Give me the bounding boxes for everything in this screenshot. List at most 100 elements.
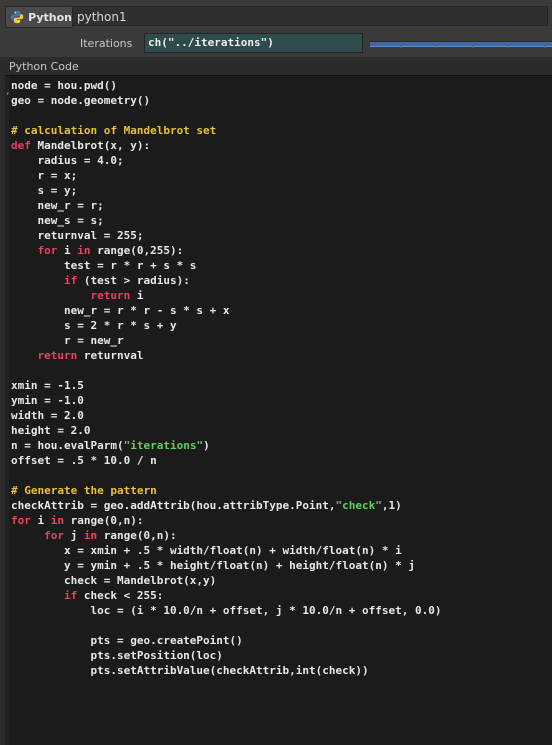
code-line[interactable]: s = y; bbox=[11, 183, 441, 198]
code-line[interactable]: for i in range(0,n): bbox=[11, 513, 441, 528]
code-line[interactable]: return returnval bbox=[11, 348, 441, 363]
code-token: pts = geo.createPoint() bbox=[11, 634, 243, 647]
code-line[interactable]: new_r = r; bbox=[11, 198, 441, 213]
code-token: r = new_r bbox=[11, 334, 124, 347]
code-line[interactable]: r = x; bbox=[11, 168, 441, 183]
code-line[interactable]: new_r = r * r - s * s + x bbox=[11, 303, 441, 318]
python-code-label: Python Code bbox=[9, 60, 79, 73]
code-line[interactable]: returnval = 255; bbox=[11, 228, 441, 243]
code-line[interactable]: width = 2.0 bbox=[11, 408, 441, 423]
code-line[interactable]: radius = 4.0; bbox=[11, 153, 441, 168]
code-token: new_r = r * r - s * s + x bbox=[11, 304, 230, 317]
code-keyword: if bbox=[63, 589, 78, 602]
code-line[interactable] bbox=[11, 618, 441, 633]
code-line[interactable]: x = xmin + .5 * width/float(n) + width/f… bbox=[11, 543, 441, 558]
iterations-expression-field[interactable]: ch("../iterations") bbox=[144, 33, 363, 53]
slider-tick bbox=[472, 45, 473, 48]
code-line[interactable]: loc = (i * 10.0/n + offset, j * 10.0/n +… bbox=[11, 603, 441, 618]
editor-gutter bbox=[5, 76, 9, 745]
code-token: check = Mandelbrot(x,y) bbox=[11, 574, 217, 587]
code-keyword: return bbox=[37, 349, 78, 362]
code-comment: # calculation of Mandelbrot set bbox=[11, 124, 217, 137]
code-line[interactable]: ymin = -1.0 bbox=[11, 393, 441, 408]
code-line[interactable]: test = r * r + s * s bbox=[11, 258, 441, 273]
code-token: new_s = s; bbox=[11, 214, 104, 227]
code-line[interactable]: for j in range(0,n): bbox=[11, 528, 441, 543]
panel-edge bbox=[0, 0, 4, 56]
code-token: returnval = 255; bbox=[11, 229, 144, 242]
code-token: j bbox=[64, 529, 84, 542]
code-line[interactable]: if check < 255: bbox=[11, 588, 441, 603]
code-token: i bbox=[30, 514, 51, 527]
code-token: s = y; bbox=[11, 184, 78, 197]
code-text[interactable]: node = hou.pwd() geo = node.geometry() # c… bbox=[11, 78, 441, 678]
code-line[interactable]: geo = node.geometry() bbox=[11, 93, 441, 108]
code-token: returnval bbox=[77, 349, 144, 362]
code-token: s = 2 * r * s + y bbox=[11, 319, 177, 332]
code-token: (test > radius): bbox=[77, 274, 190, 287]
code-token: radius = 4.0; bbox=[11, 154, 124, 167]
code-keyword: return bbox=[90, 289, 131, 302]
code-keyword: in bbox=[50, 514, 64, 527]
code-line[interactable]: offset = .5 * 10.0 / n bbox=[11, 453, 441, 468]
code-line[interactable]: xmin = -1.5 bbox=[11, 378, 441, 393]
code-line[interactable]: height = 2.0 bbox=[11, 423, 441, 438]
code-line[interactable]: s = 2 * r * s + y bbox=[11, 318, 441, 333]
slider-tick bbox=[508, 45, 509, 48]
code-line[interactable]: return i bbox=[11, 288, 441, 303]
iterations-slider[interactable] bbox=[370, 41, 552, 47]
code-line[interactable]: # Generate the pattern bbox=[11, 483, 441, 498]
code-line[interactable]: pts = geo.createPoint() bbox=[11, 633, 441, 648]
code-line[interactable]: r = new_r bbox=[11, 333, 441, 348]
code-token: pts.setPosition(loc) bbox=[11, 649, 223, 662]
code-token: r = x; bbox=[11, 169, 78, 182]
code-token: x = xmin + .5 * width/float(n) + width/f… bbox=[11, 544, 402, 557]
code-token: ymin = -1.0 bbox=[11, 394, 84, 407]
code-line[interactable]: new_s = s; bbox=[11, 213, 441, 228]
code-string: "iterations" bbox=[123, 439, 204, 452]
code-token: width = 2.0 bbox=[11, 409, 84, 422]
code-token: xmin = -1.5 bbox=[11, 379, 84, 392]
code-token: n = hou.evalParm( bbox=[11, 439, 124, 452]
code-token: range(0,n): bbox=[97, 529, 177, 542]
code-line[interactable] bbox=[11, 108, 441, 123]
code-keyword: for bbox=[44, 529, 64, 542]
code-line[interactable]: n = hou.evalParm("iterations") bbox=[11, 438, 441, 453]
code-keyword: for bbox=[37, 244, 58, 257]
code-line[interactable]: for i in range(0,255): bbox=[11, 243, 441, 258]
code-token: new_r = r; bbox=[11, 199, 104, 212]
code-line[interactable]: checkAttrib = geo.addAttrib(hou.attribTy… bbox=[11, 498, 441, 513]
code-token: check < 255: bbox=[77, 589, 164, 602]
node-type-badge[interactable]: Python bbox=[5, 6, 73, 28]
code-line[interactable]: y = ymin + .5 * height/float(n) + height… bbox=[11, 558, 441, 573]
code-line[interactable]: check = Mandelbrot(x,y) bbox=[11, 573, 441, 588]
code-line[interactable]: if (test > radius): bbox=[11, 273, 441, 288]
python-code-editor[interactable]: ‘ node = hou.pwd() geo = node.geometry() #… bbox=[5, 75, 552, 745]
code-line[interactable]: pts.setPosition(loc) bbox=[11, 648, 441, 663]
fold-marker-icon: ‘ bbox=[5, 92, 11, 102]
code-line[interactable]: pts.setAttribValue(checkAttrib,int(check… bbox=[11, 663, 441, 678]
code-token: loc = (i * 10.0/n + offset, j * 10.0/n +… bbox=[11, 604, 442, 617]
code-line[interactable]: def Mandelbrot(x, y): bbox=[11, 138, 441, 153]
code-token: offset = .5 * 10.0 / n bbox=[11, 454, 157, 467]
slider-tick bbox=[436, 45, 437, 48]
code-line[interactable] bbox=[11, 363, 441, 378]
code-line[interactable]: node = hou.pwd() bbox=[11, 78, 441, 93]
code-token: height = 2.0 bbox=[11, 424, 91, 437]
node-header-bar: Python python1 bbox=[0, 0, 552, 32]
code-line[interactable] bbox=[11, 468, 441, 483]
code-token: Mandelbrot(x, y): bbox=[30, 139, 151, 152]
slider-tick bbox=[400, 45, 401, 48]
code-token: range(0,n): bbox=[64, 514, 144, 527]
code-keyword: for bbox=[11, 514, 31, 527]
code-token: range(0,255): bbox=[90, 244, 184, 257]
code-keyword: in bbox=[83, 529, 98, 542]
code-keyword: in bbox=[77, 244, 91, 257]
slider-tick bbox=[544, 45, 545, 48]
code-line[interactable]: # calculation of Mandelbrot set bbox=[11, 123, 441, 138]
node-name-field[interactable]: python1 bbox=[72, 6, 548, 26]
